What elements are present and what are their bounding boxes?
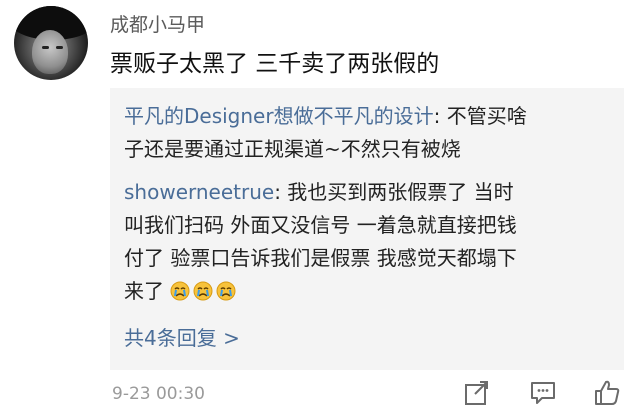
reply-2-line-4: 来了 — [124, 275, 614, 308]
reply-2: showerneetrue: 我也买到两张假票了 当时 叫我们扫码 外面又没信号… — [124, 176, 614, 308]
timestamp: 9-23 00:30 — [112, 384, 205, 404]
reply-2-line-2: 叫我们扫码 外面又没信号 一着急就直接把钱 — [124, 213, 517, 237]
reply-1-author[interactable]: 平凡的Designer想做不平凡的设计 — [124, 104, 434, 128]
like-icon[interactable] — [592, 378, 622, 408]
avatar-eye-right — [56, 46, 63, 49]
crying-face-icon — [170, 281, 190, 301]
reply-2-author[interactable]: showerneetrue — [124, 180, 274, 204]
reply-1: 平凡的Designer想做不平凡的设计: 不管买啥 子还是要通过正规渠道~不然只… — [124, 100, 614, 166]
crying-face-icon — [193, 281, 213, 301]
avatar-eye-left — [42, 46, 49, 49]
comment-text: 票贩子太黑了 三千卖了两张假的 — [110, 51, 440, 77]
reply-1-line-1: 平凡的Designer想做不平凡的设计: 不管买啥 — [124, 100, 614, 133]
comment-card: 成都小马甲 票贩子太黑了 三千卖了两张假的 平凡的Designer想做不平凡的设… — [0, 0, 640, 414]
more-replies-link[interactable]: 共4条回复 > — [124, 322, 240, 351]
avatar[interactable] — [14, 6, 88, 80]
username[interactable]: 成都小马甲 — [110, 10, 205, 37]
comment-icon[interactable] — [528, 378, 558, 408]
replies-panel: 平凡的Designer想做不平凡的设计: 不管买啥 子还是要通过正规渠道~不然只… — [110, 88, 624, 370]
reply-2-line-1: showerneetrue: 我也买到两张假票了 当时 — [124, 176, 614, 209]
reply-2-text-1: : 我也买到两张假票了 当时 — [274, 180, 514, 204]
reply-2-text-4: 来了 — [124, 279, 164, 303]
reply-1-line-2: 子还是要通过正规渠道~不然只有被烧 — [124, 137, 461, 161]
share-icon[interactable] — [462, 378, 492, 408]
avatar-face — [32, 30, 68, 74]
reply-1-text-1: : 不管买啥 — [433, 104, 527, 128]
reply-2-line-3: 付了 验票口告诉我们是假票 我感觉天都塌下 — [124, 246, 517, 270]
crying-face-icon — [216, 281, 236, 301]
